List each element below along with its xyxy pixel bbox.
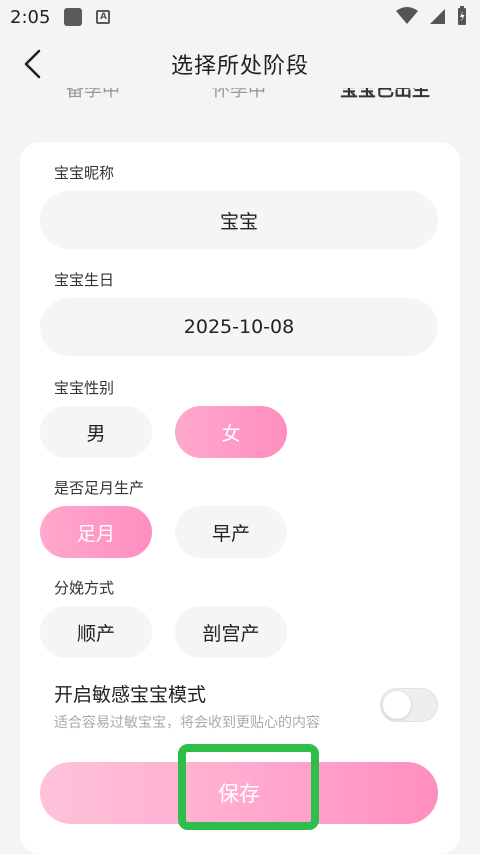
status-bar: 2:05 A (0, 0, 480, 34)
chevron-left-icon (24, 49, 41, 79)
battery-icon (458, 6, 466, 25)
save-button[interactable]: 保存 (40, 762, 438, 824)
notification-app-icon (64, 8, 83, 26)
nickname-input[interactable]: 宝宝 (40, 191, 438, 249)
birthday-picker[interactable]: 2025-10-08 (40, 298, 438, 356)
stage-tabs: 备孕中 怀孕中 宝宝已出生 (0, 88, 480, 110)
gender-option-female[interactable]: 女 (175, 406, 287, 458)
tab-pregnant[interactable]: 怀孕中 (212, 88, 266, 100)
notification-badge-icon: A (96, 10, 111, 24)
delivery-option-natural[interactable]: 顺产 (40, 606, 152, 658)
page-title: 选择所处阶段 (170, 54, 309, 79)
delivery-label: 分娩方式 (54, 579, 115, 597)
gender-option-male[interactable]: 男 (40, 406, 152, 458)
back-button[interactable] (16, 48, 48, 80)
birthday-label: 宝宝生日 (54, 271, 115, 289)
signal-icon (430, 9, 445, 24)
delivery-option-cesarean[interactable]: 剖宫产 (175, 606, 287, 658)
sensitive-mode-title: 开启敏感宝宝模式 (54, 684, 207, 706)
toggle-knob (383, 691, 411, 719)
header: 选择所处阶段 (0, 34, 480, 94)
term-label: 是否足月生产 (54, 479, 145, 497)
status-time: 2:05 (10, 6, 51, 28)
gender-label: 宝宝性别 (54, 379, 115, 397)
sensitive-mode-toggle[interactable] (380, 688, 438, 722)
term-option-premature[interactable]: 早产 (175, 506, 287, 558)
form-card: 宝宝昵称 宝宝 宝宝生日 2025-10-08 宝宝性别 男 女 是否足月生产 … (20, 142, 460, 854)
sensitive-mode-description: 适合容易过敏宝宝，将会收到更贴心的内容 (54, 715, 320, 731)
tab-preparing[interactable]: 备孕中 (66, 88, 120, 100)
status-indicators (396, 6, 468, 26)
tab-born[interactable]: 宝宝已出生 (340, 88, 430, 100)
nickname-label: 宝宝昵称 (54, 164, 115, 182)
term-option-full[interactable]: 足月 (40, 506, 152, 558)
wifi-icon (396, 7, 418, 24)
